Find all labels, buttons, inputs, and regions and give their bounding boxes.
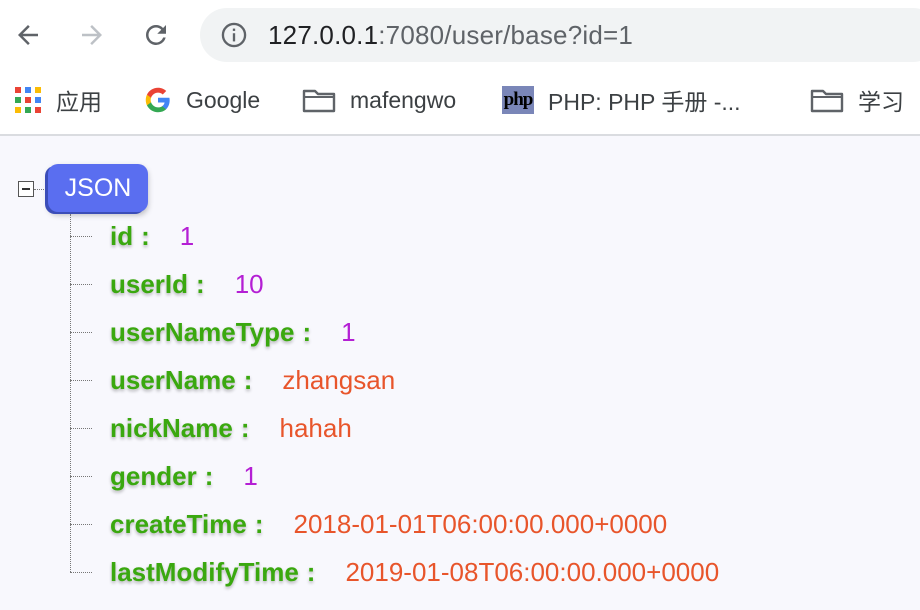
bookmark-php-manual[interactable]: php PHP: PHP 手册 -... [502,80,741,120]
url-text[interactable]: 127.0.0.1:7080/user/base?id=1 [268,20,633,50]
json-value: 1 [243,460,258,491]
json-field-row: createTime:2018-01-01T06:00:00.000+0000 [70,504,667,544]
json-colon: : [204,460,214,491]
php-icon: php [502,86,534,114]
collapse-toggle[interactable] [18,181,34,197]
json-colon: : [243,364,253,395]
json-colon: : [306,556,316,587]
json-key: userName [110,364,236,395]
json-value: 10 [234,268,264,299]
json-colon: : [302,316,312,347]
json-field-row: userName: zhangsan [70,360,395,400]
folder-icon [302,89,336,113]
bookmark-label: 学习 [858,89,904,115]
bookmark-folder-mafengwo[interactable]: mafengwo [302,80,456,120]
json-field-row: id:1 [70,216,194,256]
forward-button[interactable] [70,13,114,57]
apps-grid-icon [15,87,41,113]
json-field-row: userId:10 [70,264,264,304]
json-value: 2018-01-01T06:00:00.000+0000 [293,508,668,539]
tree-branch [70,523,92,525]
json-colon: : [196,268,205,299]
tree-branch [70,235,92,237]
json-key: createTime [110,508,247,539]
bookmark-folder-study[interactable]: 学习 [810,80,904,120]
json-key: lastModifyTime [110,556,299,587]
json-field-row: lastModifyTime:2019-01-08T06:00:00.000+0… [70,552,719,592]
google-g-icon [145,87,170,113]
tree-branch [70,283,92,285]
tree-connector [34,189,46,190]
bookmark-label: mafengwo [350,86,457,113]
json-key: userId [110,268,189,299]
bookmark-label: PHP: PHP 手册 -... [548,89,741,115]
url-host: 127.0.0.1 [268,20,379,50]
json-field-row: gender:1 [70,456,258,496]
tree-branch [70,475,92,477]
json-viewer: JSON id:1 userId:10 userNameType:1 userName… [0,136,920,610]
tree-branch [70,427,92,429]
bookmark-label: Google [186,86,261,113]
bookmark-google[interactable]: Google [144,80,260,120]
json-key: userNameType [110,316,295,347]
tree-branch [70,331,92,333]
json-key: id [110,220,134,251]
url-path: :7080/user/base?id=1 [378,20,634,50]
folder-icon [810,89,844,113]
json-colon: : [141,220,150,251]
tree-branch [70,571,92,573]
json-key: gender [110,460,197,491]
arrow-right-icon [82,25,102,45]
json-root-badge[interactable]: JSON [48,164,148,212]
json-colon: : [254,508,264,539]
bookmark-label: 应用 [56,89,102,115]
json-value: hahah [279,412,352,443]
info-icon[interactable] [220,21,248,49]
reload-button[interactable] [134,13,178,57]
json-value: zhangsan [282,364,396,395]
json-field-row: nickName: hahah [70,408,352,448]
json-value: 1 [179,220,195,251]
tree-branch [70,379,92,381]
json-value: 2019-01-08T06:00:00.000+0000 [345,556,720,587]
json-field-row: userNameType:1 [70,312,356,352]
arrow-left-icon [18,25,38,45]
reload-icon [146,25,166,45]
json-colon: : [240,412,250,443]
bookmarks-bar: 应用 Google mafengwo php PHP: PHP 手册 -... … [0,70,920,136]
json-key: nickName [110,412,233,443]
bookmark-apps[interactable]: 应用 [14,80,102,120]
address-bar[interactable]: 127.0.0.1:7080/user/base?id=1 [200,8,920,62]
browser-toolbar: 127.0.0.1:7080/user/base?id=1 [0,0,920,70]
back-button[interactable] [6,13,50,57]
json-value: 1 [341,316,356,347]
